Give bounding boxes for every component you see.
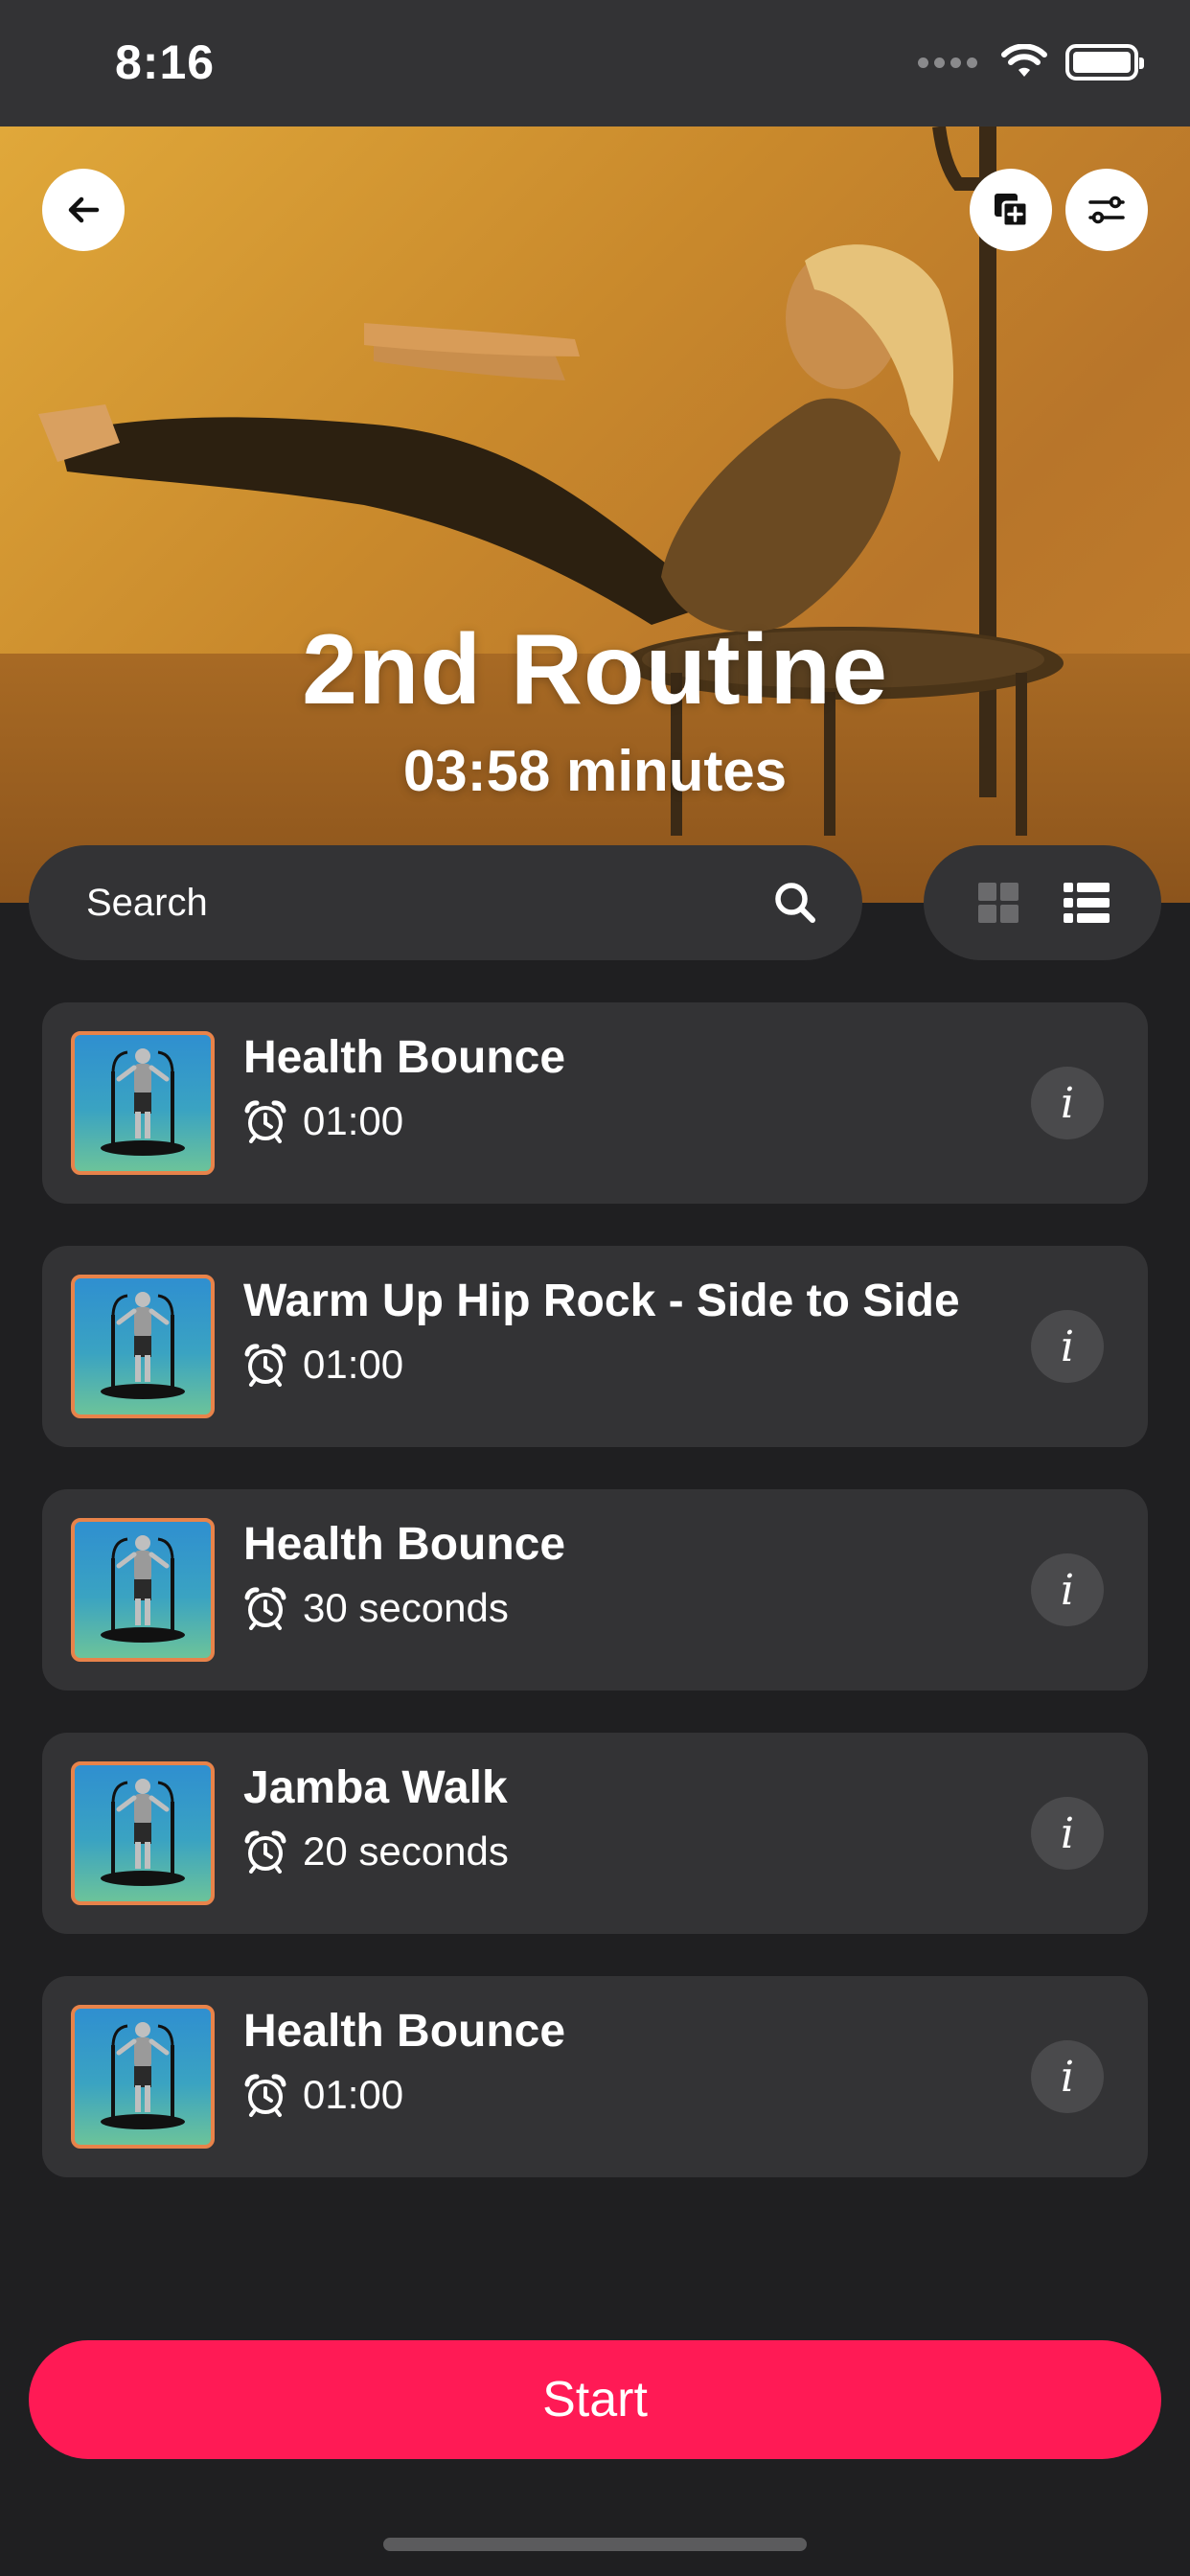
exercise-thumbnail [71, 1761, 215, 1905]
exercise-duration-row: 01:00 [243, 1098, 403, 1144]
grid-icon [978, 883, 1018, 923]
exercise-duration: 01:00 [303, 2072, 404, 2117]
exercise-name: Warm Up Hip Rock - Side to Side [243, 1276, 960, 1326]
start-button[interactable]: Start [29, 2340, 1161, 2459]
exercise-duration: 20 seconds [303, 1828, 509, 1874]
exercise-duration-row: 30 seconds [243, 1585, 509, 1631]
info-button[interactable]: i [1031, 1553, 1104, 1626]
alarm-clock-icon [243, 1829, 287, 1874]
alarm-clock-icon [243, 2073, 287, 2117]
exercise-item[interactable]: Health Bounce 01:00 i [42, 1976, 1148, 2177]
info-button[interactable]: i [1031, 1067, 1104, 1139]
routine-duration: 03:58 minutes [402, 739, 788, 803]
search-bar[interactable] [29, 845, 862, 960]
grid-view-button[interactable] [974, 879, 1022, 927]
exercise-list: Health Bounce 01:00 i Warm Up Hip Rock -… [42, 1002, 1148, 2220]
exercise-thumbnail [71, 2005, 215, 2149]
exercise-thumbnail [71, 1275, 215, 1418]
home-indicator [383, 2538, 807, 2551]
routine-title: 2nd Routine [302, 614, 888, 725]
exercise-name: Jamba Walk [243, 1762, 508, 1813]
exercise-thumbnail [71, 1518, 215, 1662]
exercise-duration: 01:00 [303, 1342, 404, 1387]
info-button[interactable]: i [1031, 2040, 1104, 2113]
exercise-thumbnail [71, 1031, 215, 1175]
exercise-name: Health Bounce [243, 1032, 566, 1083]
cellular-signal-icon [918, 57, 977, 68]
alarm-clock-icon [243, 1586, 287, 1630]
hero-banner: 2nd Routine 03:58 minutes [0, 126, 1190, 903]
screen: 8:16 2nd Routine 03:58 minutes Search He… [0, 0, 1190, 2576]
exercise-duration-row: 01:00 [243, 1342, 403, 1388]
list-view-button[interactable] [1063, 879, 1110, 927]
list-icon [1064, 883, 1110, 923]
sliders-icon [1088, 196, 1125, 224]
settings-filter-button[interactable] [1065, 169, 1148, 251]
exercise-duration: 30 seconds [303, 1585, 509, 1630]
exercise-duration-row: 20 seconds [243, 1828, 509, 1874]
wifi-icon [1001, 44, 1047, 77]
back-button[interactable] [42, 169, 125, 251]
exercise-duration-row: 01:00 [243, 2072, 403, 2118]
search-input[interactable] [86, 881, 770, 925]
alarm-clock-icon [243, 1343, 287, 1387]
info-button[interactable]: i [1031, 1797, 1104, 1870]
exercise-item[interactable]: Warm Up Hip Rock - Side to Side 01:00 i [42, 1246, 1148, 1447]
copy-add-icon [995, 194, 1029, 228]
exercise-duration: 01:00 [303, 1098, 404, 1143]
search-icon[interactable] [770, 878, 820, 928]
alarm-clock-icon [243, 1099, 287, 1143]
exercise-name: Health Bounce [243, 2006, 566, 2057]
exercise-item[interactable]: Jamba Walk 20 seconds i [42, 1733, 1148, 1934]
info-button[interactable]: i [1031, 1310, 1104, 1383]
exercise-name: Health Bounce [243, 1519, 566, 1570]
exercise-item[interactable]: Health Bounce 01:00 i [42, 1002, 1148, 1204]
exercise-item[interactable]: Health Bounce 30 seconds i [42, 1489, 1148, 1690]
battery-icon [1065, 44, 1144, 80]
view-toggle [924, 845, 1161, 960]
status-indicators [918, 44, 1144, 80]
duplicate-routine-button[interactable] [970, 169, 1052, 251]
status-bar: 8:16 [0, 0, 1190, 126]
status-time: 8:16 [115, 35, 216, 89]
arrow-left-icon [68, 196, 100, 223]
